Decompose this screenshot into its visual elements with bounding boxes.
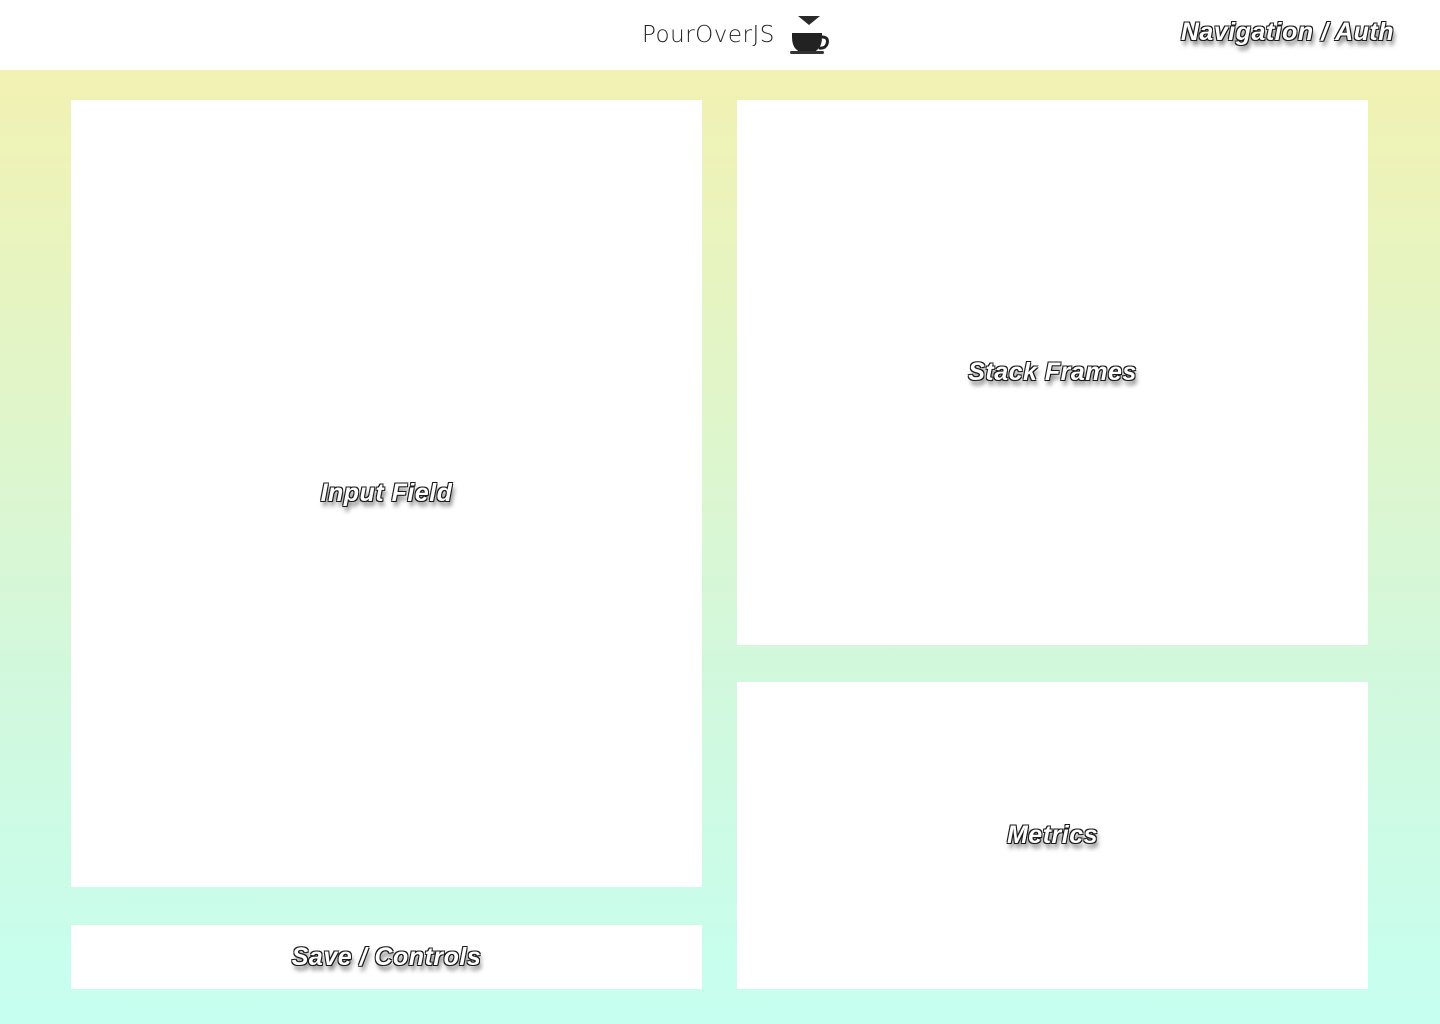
save-controls-label: Save / Controls [291, 942, 482, 971]
brand-name: PourOverJS [642, 22, 775, 48]
navigation-auth-placeholder[interactable]: Navigation / Auth [1181, 18, 1394, 47]
stack-frames-label: Stack Frames [968, 358, 1137, 386]
workspace: Input Field Save / Controls Stack Frames… [0, 70, 1440, 1024]
brand[interactable]: PourOverJS [642, 14, 829, 56]
pour-over-coffee-cup-icon [789, 16, 829, 54]
metrics-panel[interactable]: Metrics [737, 682, 1368, 989]
save-controls-panel[interactable]: Save / Controls [71, 925, 702, 989]
app-header: PourOverJS Navigation / Auth [0, 0, 1440, 70]
stack-frames-panel[interactable]: Stack Frames [737, 100, 1368, 645]
input-field-panel[interactable]: Input Field [71, 100, 702, 887]
metrics-label: Metrics [1006, 821, 1099, 849]
input-field-label: Input Field [320, 479, 453, 507]
